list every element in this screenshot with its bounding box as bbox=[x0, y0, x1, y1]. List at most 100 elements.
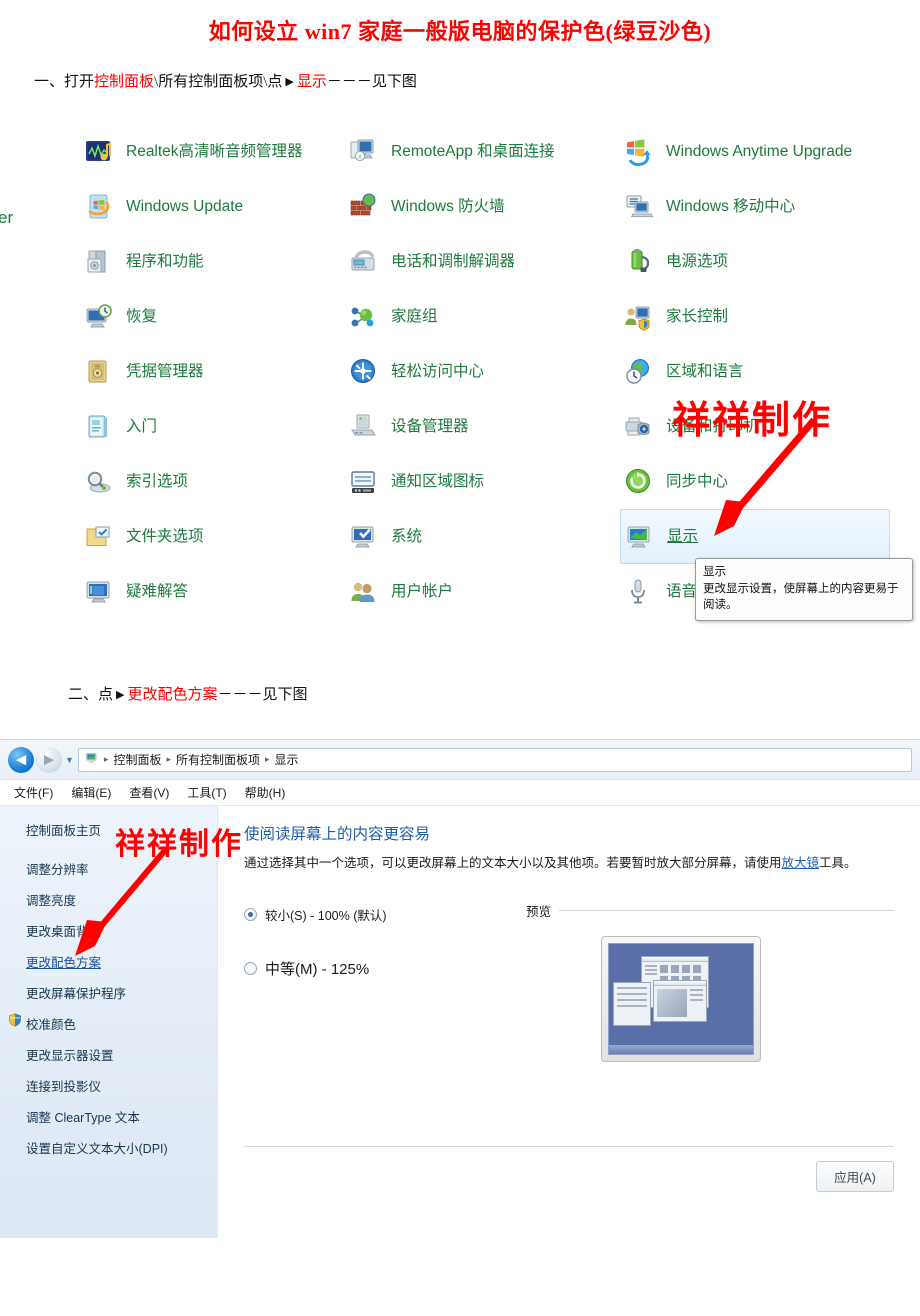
sidebar-item-color-scheme[interactable]: 更改配色方案 bbox=[0, 946, 217, 977]
cp-item-label: 用户帐户 bbox=[391, 582, 454, 600]
cp-item-anytime-upgrade[interactable]: Windows Anytime Upgrade bbox=[620, 124, 900, 179]
cp-item-sync-center[interactable]: 同步中心 bbox=[620, 454, 900, 509]
cp-item-parental-controls[interactable]: 家长控制 bbox=[620, 289, 900, 344]
scaling-options: 较小(S) - 100% (默认) 中等(M) - 125% 预览 bbox=[244, 901, 894, 1062]
cp-item-label: 程序和功能 bbox=[126, 252, 204, 270]
breadcrumb-item-control-panel[interactable]: 控制面板 bbox=[113, 751, 161, 768]
breadcrumb-item-display[interactable]: 显示 bbox=[275, 751, 299, 768]
anytime-upgrade-icon bbox=[624, 137, 654, 167]
sidebar-item-calibrate-color[interactable]: 校准颜色 bbox=[0, 1008, 217, 1039]
step2-suffix: －－－见下图 bbox=[217, 687, 308, 703]
cp-item-homegroup[interactable]: 家庭组 bbox=[345, 289, 600, 344]
cp-item-ease-of-access[interactable]: 轻松访问中心 bbox=[345, 344, 600, 399]
menu-tools[interactable]: 工具(T) bbox=[187, 784, 226, 801]
sidebar-item-custom-dpi[interactable]: 设置自定义文本大小(DPI) bbox=[0, 1132, 217, 1163]
cp-item-label: 系统 bbox=[391, 527, 423, 545]
apply-row: 应用(A) bbox=[244, 1146, 894, 1192]
scaling-option-list: 较小(S) - 100% (默认) 中等(M) - 125% bbox=[244, 901, 514, 1062]
sidebar-item-monitor-settings[interactable]: 更改显示器设置 bbox=[0, 1039, 217, 1070]
sidebar-item-brightness[interactable]: 调整亮度 bbox=[0, 884, 217, 915]
chevron-down-icon[interactable]: ▼ bbox=[65, 755, 74, 765]
cp-item-remoteapp[interactable]: x RemoteApp 和桌面连接 bbox=[345, 124, 600, 179]
breadcrumb-separator: ▸ bbox=[265, 754, 270, 764]
preview-monitor bbox=[601, 935, 761, 1062]
preview-label: 预览 bbox=[526, 904, 552, 919]
cp-item-getting-started[interactable]: 入门 bbox=[80, 399, 330, 454]
cp-item-label: 恢复 bbox=[126, 307, 158, 325]
sidebar-item-screensaver[interactable]: 更改屏幕保护程序 bbox=[0, 977, 217, 1008]
cp-item-label: 区域和语言 bbox=[666, 362, 744, 380]
cp-item-display[interactable]: 显示 bbox=[620, 509, 890, 564]
sidebar-item-resolution[interactable]: 调整分辨率 bbox=[0, 853, 217, 884]
step2-prefix: 二、点 bbox=[68, 687, 114, 703]
cp-item-firewall[interactable]: Windows 防火墙 bbox=[345, 179, 600, 234]
user-accounts-icon bbox=[349, 577, 379, 607]
cp-item-system[interactable]: 系统 bbox=[345, 509, 600, 564]
cp-item-recovery[interactable]: 恢复 bbox=[80, 289, 330, 344]
cp-item-troubleshooting[interactable]: 疑难解答 bbox=[80, 564, 330, 619]
content-description: 通过选择其中一个选项，可以更改屏幕上的文本大小以及其他项。若要暂时放大部分屏幕，… bbox=[244, 853, 874, 875]
device-manager-icon bbox=[349, 412, 379, 442]
sidebar-item-projector[interactable]: 连接到投影仪 bbox=[0, 1070, 217, 1101]
cp-item-windows-update[interactable]: Windows Update bbox=[80, 179, 330, 234]
cp-item-credential-manager[interactable]: 凭据管理器 bbox=[80, 344, 330, 399]
breadcrumb-item-all-items[interactable]: 所有控制面板项 bbox=[176, 751, 260, 768]
folder-options-icon bbox=[84, 522, 114, 552]
back-button[interactable]: ◄ bbox=[8, 746, 34, 773]
menu-view[interactable]: 查看(V) bbox=[129, 784, 169, 801]
recovery-icon bbox=[84, 302, 114, 332]
sidebar-item-label: 更改配色方案 bbox=[26, 956, 102, 970]
sidebar-item-desktop-background[interactable]: 更改桌面背景 bbox=[0, 915, 217, 946]
preview-window-front bbox=[653, 979, 707, 1022]
display-icon bbox=[625, 522, 655, 552]
explorer-body: 控制面板主页 调整分辨率 调整亮度 更改桌面背景 更改配色方案 更改屏幕保护程序… bbox=[0, 806, 920, 1238]
cp-item-device-manager[interactable]: 设备管理器 bbox=[345, 399, 600, 454]
radio-smaller[interactable] bbox=[244, 907, 257, 921]
step1-arrow-icon: ▶ bbox=[285, 76, 294, 88]
cp-item-mobility-center[interactable]: Windows 移动中心 bbox=[620, 179, 900, 234]
control-panel-column-1: Realtek高清晰音频管理器 Windows Update 程序和功能 恢复 bbox=[80, 124, 330, 619]
firewall-icon bbox=[349, 192, 379, 222]
cp-item-realtek[interactable]: Realtek高清晰音频管理器 bbox=[80, 124, 330, 179]
sidebar-heading[interactable]: 控制面板主页 bbox=[0, 820, 217, 853]
cp-item-label: 文件夹选项 bbox=[126, 527, 204, 545]
menu-edit[interactable]: 编辑(E) bbox=[71, 784, 111, 801]
radio-medium[interactable] bbox=[244, 961, 257, 975]
cp-item-label: 凭据管理器 bbox=[126, 362, 204, 380]
cp-item-programs-features[interactable]: 程序和功能 bbox=[80, 234, 330, 289]
address-bar[interactable]: ▸ 控制面板 ▸ 所有控制面板项 ▸ 显示 bbox=[77, 747, 912, 772]
sidebar-item-label: 更改显示器设置 bbox=[26, 1049, 114, 1063]
explorer-navigation-bar: ◄ ► ▼ ▸ 控制面板 ▸ 所有控制面板项 ▸ 显示 bbox=[0, 740, 920, 780]
cp-item-label: Windows Update bbox=[126, 197, 244, 215]
step-two-text: 二、点 ▶ 更改配色方案－－－见下图 bbox=[68, 683, 308, 704]
option-medium[interactable]: 中等(M) - 125% bbox=[244, 958, 514, 979]
menu-file[interactable]: 文件(F) bbox=[14, 784, 53, 801]
cp-item-label: 入门 bbox=[126, 417, 158, 435]
menu-help[interactable]: 帮助(H) bbox=[245, 784, 286, 801]
cp-item-folder-options[interactable]: 文件夹选项 bbox=[80, 509, 330, 564]
cp-item-indexing-options[interactable]: 索引选项 bbox=[80, 454, 330, 509]
cp-item-phone-modem[interactable]: 电话和调制解调器 bbox=[345, 234, 600, 289]
cp-item-region-language[interactable]: 区域和语言 bbox=[620, 344, 900, 399]
cp-item-power-options[interactable]: 电源选项 bbox=[620, 234, 900, 289]
indexing-options-icon bbox=[84, 467, 114, 497]
ease-of-access-icon bbox=[349, 357, 379, 387]
cp-item-label: RemoteApp 和桌面连接 bbox=[391, 142, 555, 160]
apply-button[interactable]: 应用(A) bbox=[816, 1161, 894, 1192]
cp-item-user-accounts[interactable]: 用户帐户 bbox=[345, 564, 600, 619]
forward-button[interactable]: ► bbox=[36, 746, 62, 773]
sync-center-icon bbox=[624, 467, 654, 497]
cp-item-notification-area[interactable]: 通知区域图标 bbox=[345, 454, 600, 509]
sidebar-item-label: 连接到投影仪 bbox=[26, 1080, 102, 1094]
explorer-sidebar: 控制面板主页 调整分辨率 调整亮度 更改桌面背景 更改配色方案 更改屏幕保护程序… bbox=[0, 806, 218, 1238]
step1-middle: \所有控制面板项\点 bbox=[154, 74, 283, 90]
notification-area-icon bbox=[349, 467, 379, 497]
sidebar-item-cleartype[interactable]: 调整 ClearType 文本 bbox=[0, 1101, 217, 1132]
cp-item-devices-printers[interactable]: 设备和打印机 bbox=[620, 399, 900, 454]
sidebar-item-label: 更改桌面背景 bbox=[26, 925, 102, 939]
magnifier-link[interactable]: 放大镜 bbox=[782, 856, 820, 870]
option-smaller[interactable]: 较小(S) - 100% (默认) bbox=[244, 905, 514, 924]
step-one-text: 一、打开控制面板\所有控制面板项\点 ▶ 显示－－－见下图 bbox=[34, 70, 920, 91]
preview-header: 预览 bbox=[526, 901, 894, 920]
cp-item-label: 设备和打印机 bbox=[666, 417, 760, 435]
